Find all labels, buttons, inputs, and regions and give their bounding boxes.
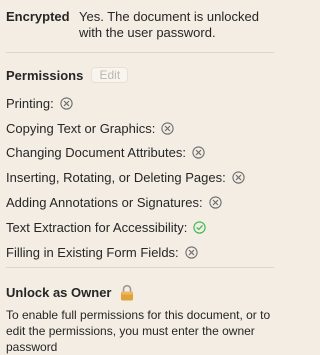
encryption-value: Yes. The document is unlocked with the u…: [79, 9, 259, 40]
permission-label: Inserting, Rotating, or Deleting Pages:: [6, 170, 226, 186]
permission-row: Printing:: [6, 91, 276, 116]
checkmark-circle-icon: [193, 221, 206, 234]
permission-label: Printing:: [6, 95, 54, 111]
permission-row: Adding Annotations or Signatures:: [6, 190, 276, 215]
x-circle-icon: [161, 122, 174, 135]
document-security-panel: Encrypted Yes. The document is unlocked …: [0, 0, 280, 355]
permission-row: Copying Text or Graphics:: [6, 116, 276, 141]
x-circle-icon: [185, 246, 198, 259]
permissions-title: Permissions: [6, 67, 84, 83]
permission-label: Text Extraction for Accessibility:: [6, 219, 188, 235]
permission-label: Changing Document Attributes:: [6, 145, 186, 161]
permission-row: Text Extraction for Accessibility:: [6, 215, 276, 240]
permission-row: Changing Document Attributes:: [6, 141, 276, 166]
x-circle-icon: [232, 171, 245, 184]
edit-button[interactable]: Edit: [91, 67, 129, 83]
divider: [6, 52, 274, 53]
permission-row: Filling in Existing Form Fields:: [6, 240, 276, 265]
permission-label: Filling in Existing Form Fields:: [6, 244, 179, 260]
unlock-header: Unlock as Owner: [6, 284, 134, 301]
divider: [6, 267, 274, 268]
permission-label: Copying Text or Graphics:: [6, 120, 156, 136]
unlock-description: To enable full permissions for this docu…: [6, 308, 271, 354]
x-circle-icon: [192, 146, 205, 160]
unlock-title: Unlock as Owner: [6, 285, 112, 300]
permissions-header: Permissions Edit: [6, 66, 129, 84]
lock-icon[interactable]: [120, 284, 134, 301]
encryption-label: Encrypted: [6, 9, 70, 24]
x-circle-icon: [60, 97, 73, 110]
x-circle-icon: [208, 196, 222, 209]
permission-row: Inserting, Rotating, or Deleting Pages:: [6, 165, 276, 190]
permissions-list: Printing: Copying Text or Graphics: Changi…: [6, 91, 276, 265]
permission-label: Adding Annotations or Signatures:: [6, 195, 203, 211]
